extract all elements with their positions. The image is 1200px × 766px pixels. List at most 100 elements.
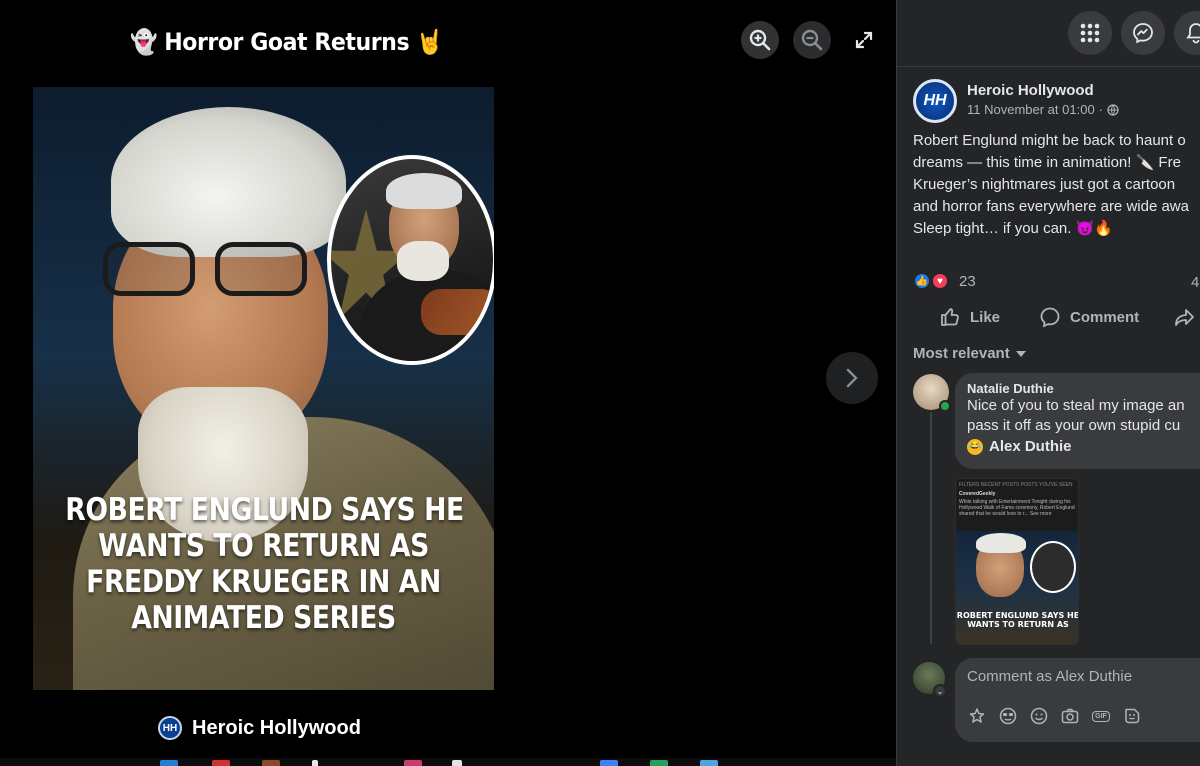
next-photo-button[interactable] bbox=[826, 352, 878, 404]
photo-button[interactable] bbox=[1060, 706, 1080, 726]
chevron-right-icon bbox=[846, 368, 858, 388]
like-label: Like bbox=[970, 308, 1001, 326]
photo-glasses bbox=[103, 242, 313, 298]
page-avatar[interactable]: HH bbox=[913, 79, 957, 123]
headline-line: ANIMATED SERIES bbox=[131, 600, 396, 636]
comment-button[interactable]: Comment bbox=[1039, 304, 1139, 330]
comment-text-line: Nice of you to steal my image an bbox=[967, 397, 1185, 414]
taskbar-app-icon bbox=[262, 760, 280, 766]
post-text-line: Robert Englund might be back to haunt o bbox=[913, 132, 1186, 149]
speech-bubble-icon bbox=[1040, 307, 1060, 328]
fullscreen-icon bbox=[855, 31, 873, 49]
taskbar-peek bbox=[0, 758, 896, 766]
attachment-headline-line: WANTS TO RETURN AS bbox=[967, 620, 1069, 629]
post-text-line: dreams — this time in animation! 🔪 Fre bbox=[913, 154, 1181, 171]
post-text-line: Krueger’s nightmares just got a cartoon bbox=[913, 176, 1176, 193]
camera-icon bbox=[1061, 708, 1079, 724]
emoji-button[interactable] bbox=[1029, 706, 1049, 726]
thread-line bbox=[930, 412, 932, 644]
gif-button[interactable]: GIF bbox=[1091, 706, 1111, 726]
taskbar-app-icon bbox=[650, 760, 668, 766]
taskbar-app-icon bbox=[160, 760, 178, 766]
3d-emoji-button[interactable] bbox=[998, 706, 1018, 726]
inset-hair bbox=[386, 173, 462, 209]
watermark-text: Heroic Hollywood bbox=[192, 716, 361, 739]
zoom-out-button[interactable] bbox=[793, 21, 831, 59]
comment-author-link[interactable]: Natalie Duthie bbox=[967, 381, 1200, 396]
attachment-snippet: While talking with Entertainment Tonight… bbox=[959, 499, 1075, 517]
photo-hair bbox=[111, 107, 346, 257]
globe-icon bbox=[1107, 103, 1119, 116]
fullscreen-button[interactable] bbox=[845, 21, 883, 59]
post-meta: 11 November at 01:00 · bbox=[967, 102, 1119, 117]
zoom-in-button[interactable] bbox=[741, 21, 779, 59]
comment-input[interactable] bbox=[967, 668, 1197, 685]
attachment-source: CoveredGeekly bbox=[959, 491, 996, 497]
taskbar-app-icon bbox=[600, 760, 618, 766]
share-arrow-icon bbox=[1175, 309, 1194, 326]
commenter-avatar[interactable] bbox=[913, 374, 951, 412]
like-reaction-icon: 👍 bbox=[913, 272, 931, 290]
messenger-button[interactable] bbox=[1121, 11, 1165, 55]
taskbar-app-icon bbox=[452, 760, 462, 766]
attachment-tabs: FILTERS RECENT POSTS POSTS YOU'VE SEEN bbox=[959, 482, 1073, 488]
headline-line: WANTS TO RETURN AS bbox=[98, 528, 429, 564]
gif-icon: GIF bbox=[1092, 710, 1110, 722]
messenger-icon bbox=[1133, 23, 1153, 44]
taskbar-app-icon bbox=[404, 760, 422, 766]
mention-link[interactable]: Alex Duthie bbox=[989, 438, 1072, 455]
comment-sort-dropdown[interactable]: Most relevant bbox=[913, 345, 1026, 362]
avatar-sticker-button[interactable] bbox=[967, 706, 987, 726]
attachment-headline-line: ROBERT ENGLUND SAYS HE bbox=[956, 611, 1079, 620]
reactions-summary[interactable]: 👍 ♥ 23 bbox=[913, 272, 976, 290]
photo-viewer: 👻 Horror Goat Returns 🤘 ROBERT ENGLUND S… bbox=[0, 0, 896, 766]
grid-menu-icon bbox=[1080, 23, 1100, 43]
reaction-count: 23 bbox=[959, 272, 976, 290]
post-text-line: and horror fans everywhere are wide awa bbox=[913, 198, 1189, 215]
post-text-line: Sleep tight… if you can. 😈🔥 bbox=[913, 220, 1113, 237]
laughing-emoji-icon: 😂 bbox=[967, 438, 983, 455]
attachment-inset bbox=[1030, 541, 1076, 593]
zoom-out-icon bbox=[801, 29, 823, 51]
photo-headline: ROBERT ENGLUND SAYS HE WANTS TO RETURN A… bbox=[65, 492, 464, 636]
zoom-in-icon bbox=[749, 29, 771, 51]
post-timestamp[interactable]: 11 November at 01:00 bbox=[967, 102, 1095, 117]
menu-button[interactable] bbox=[1068, 11, 1112, 55]
smiley-icon bbox=[1030, 707, 1048, 725]
post-photo: ROBERT ENGLUND SAYS HE WANTS TO RETURN A… bbox=[33, 87, 494, 690]
attachment-hair bbox=[976, 533, 1026, 553]
post-text: Robert Englund might be back to haunt o … bbox=[913, 130, 1200, 240]
mention: 😂 Alex Duthie bbox=[967, 438, 1200, 455]
page-name-link[interactable]: Heroic Hollywood bbox=[967, 82, 1119, 99]
meta-separator: · bbox=[1098, 102, 1104, 117]
heroic-hollywood-logo: HH bbox=[158, 716, 182, 740]
post-caption: 👻 Horror Goat Returns 🤘 bbox=[130, 28, 444, 56]
attachment-photo: ROBERT ENGLUND SAYS HE WANTS TO RETURN A… bbox=[956, 531, 1079, 644]
sticker-button[interactable] bbox=[1122, 706, 1142, 726]
comment-label: Comment bbox=[1070, 308, 1140, 326]
inset-photo bbox=[327, 155, 494, 365]
composer-tools: GIF bbox=[967, 706, 1142, 726]
taskbar-app-icon bbox=[212, 760, 230, 766]
top-nav-icons bbox=[1068, 11, 1200, 55]
bell-icon bbox=[1186, 23, 1200, 44]
inset-beard bbox=[397, 241, 449, 281]
profile-switch-chevron-icon[interactable]: ⌄ bbox=[933, 684, 947, 698]
attachment-headline: ROBERT ENGLUND SAYS HE WANTS TO RETURN A… bbox=[956, 611, 1079, 629]
taskbar-app-icon bbox=[312, 760, 318, 766]
share-count[interactable]: 4 bbox=[1191, 274, 1199, 291]
share-button[interactable] bbox=[1173, 304, 1195, 330]
notifications-button[interactable] bbox=[1174, 11, 1200, 55]
sticker-icon bbox=[1125, 708, 1140, 724]
post-header: HH Heroic Hollywood 11 November at 01:00… bbox=[913, 79, 1119, 123]
sort-label: Most relevant bbox=[913, 345, 1010, 362]
divider bbox=[897, 66, 1200, 67]
love-reaction-icon: ♥ bbox=[931, 272, 949, 290]
post-side-panel: HH Heroic Hollywood 11 November at 01:00… bbox=[896, 0, 1200, 766]
headline-line: FREDDY KRUEGER IN AN bbox=[86, 564, 441, 600]
comment-bubble: Natalie Duthie Nice of you to steal my i… bbox=[955, 373, 1200, 469]
like-button[interactable]: Like bbox=[939, 304, 1000, 330]
comment-attachment-image[interactable]: FILTERS RECENT POSTS POSTS YOU'VE SEEN C… bbox=[955, 478, 1079, 645]
mask-emoji-icon bbox=[999, 707, 1017, 725]
taskbar-app-icon bbox=[700, 760, 718, 766]
